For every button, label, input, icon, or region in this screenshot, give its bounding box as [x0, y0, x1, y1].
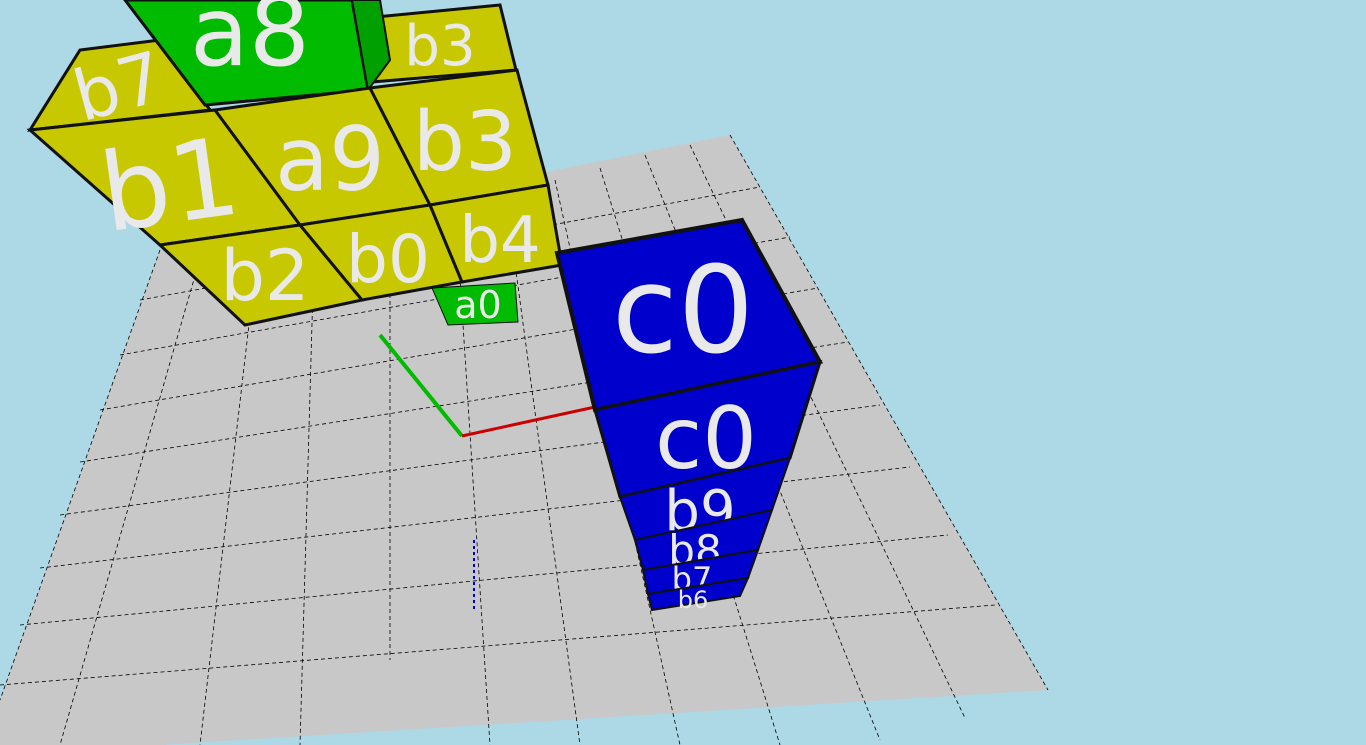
cube-label-b3-front: b3 — [413, 95, 517, 190]
cube-label-a0: a0 — [454, 283, 501, 327]
cube-label-a8: a8 — [190, 0, 310, 88]
3d-viewport[interactable]: a0 b7 b3 a8 b1 a9 b3 b2 b0 b4 c0 c0 b9 b… — [0, 0, 1366, 745]
cube-label-a9: a9 — [275, 108, 385, 211]
cube-label-b4: b4 — [459, 204, 540, 278]
cube-label-b2: b2 — [221, 235, 310, 317]
cube-label-b6: b6 — [678, 586, 709, 614]
cube-label-c0-top: c0 — [612, 242, 754, 381]
cube-label-b0: b0 — [346, 221, 430, 298]
cube-label-b3-top: b3 — [404, 14, 475, 79]
